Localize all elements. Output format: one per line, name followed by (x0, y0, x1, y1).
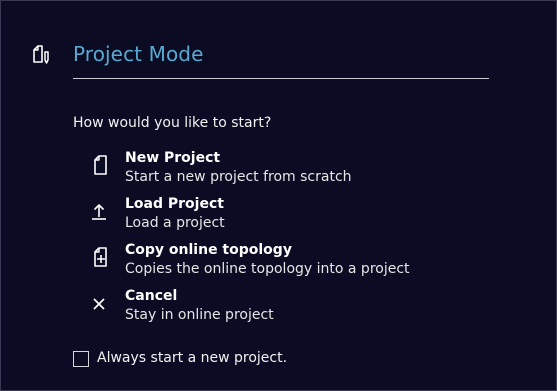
copy-online-topology-description: Copies the online topology into a projec… (125, 261, 410, 277)
project-mode-icon (31, 44, 51, 66)
load-project-description: Load a project (125, 215, 225, 231)
dialog-title: Project Mode (73, 42, 204, 66)
always-new-project-label: Always start a new project. (97, 350, 288, 366)
upload-icon (87, 200, 111, 224)
cancel-description: Stay in online project (125, 307, 274, 323)
load-project-title: Load Project (125, 196, 224, 212)
copy-online-topology-title: Copy online topology (125, 242, 292, 258)
new-project-title: New Project (125, 150, 221, 166)
project-mode-dialog: Project Mode How would you like to start… (0, 0, 557, 391)
title-divider (73, 78, 489, 79)
cancel-option[interactable]: Cancel Stay in online project (81, 288, 461, 326)
new-project-option[interactable]: New Project Start a new project from scr… (81, 150, 461, 188)
cancel-title: Cancel (125, 288, 178, 304)
close-icon (87, 292, 111, 316)
load-project-option[interactable]: Load Project Load a project (81, 196, 461, 234)
start-question: How would you like to start? (73, 115, 272, 131)
always-new-project-checkbox[interactable] (73, 351, 89, 367)
copy-online-topology-option[interactable]: Copy online topology Copies the online t… (81, 242, 461, 280)
file-add-icon (87, 246, 111, 270)
new-project-description: Start a new project from scratch (125, 169, 352, 185)
new-file-icon (87, 154, 111, 178)
